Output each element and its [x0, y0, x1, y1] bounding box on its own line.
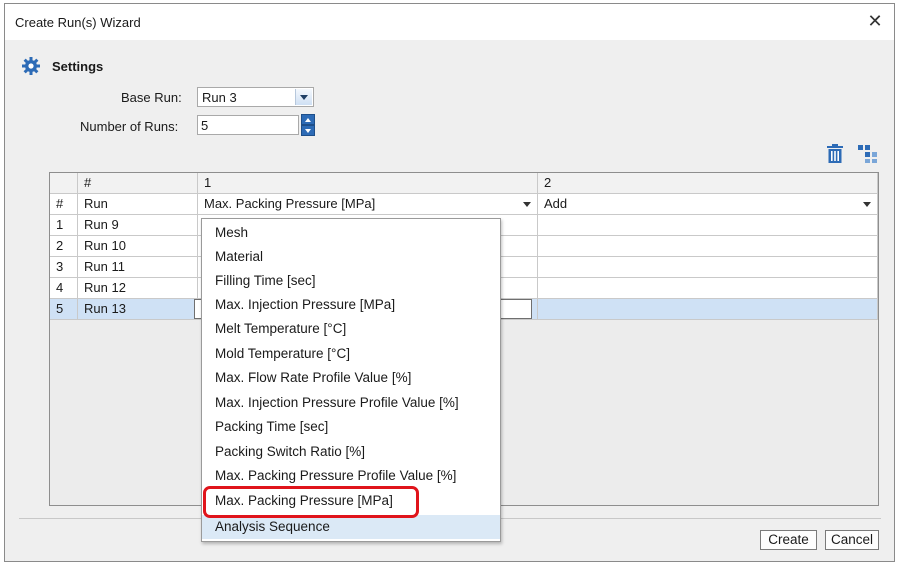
number-of-runs-value: 5	[201, 118, 209, 133]
run-name[interactable]: Run 12	[78, 278, 198, 299]
row-number: 3	[50, 257, 78, 278]
dropdown-option[interactable]: Packing Switch Ratio [%]	[202, 440, 500, 464]
run-name[interactable]: Run 11	[78, 257, 198, 278]
close-button[interactable]: ✕	[864, 10, 886, 32]
run-header-cell: Run	[78, 194, 198, 215]
parameter-select-2-value: Add	[544, 196, 568, 211]
settings-title: Settings	[52, 59, 104, 74]
number-of-runs-spinner[interactable]	[301, 114, 315, 136]
dropdown-option[interactable]: Mesh	[202, 221, 500, 245]
run-name[interactable]: Run 10	[78, 236, 198, 257]
dropdown-option[interactable]: Melt Temperature [°C]	[202, 317, 500, 341]
spin-up-icon[interactable]	[301, 114, 315, 125]
base-run-value: Run 3	[202, 90, 237, 105]
dropdown-option[interactable]: Filling Time [sec]	[202, 269, 500, 293]
header-corner	[50, 173, 78, 194]
value-cell-2[interactable]	[538, 278, 878, 299]
value-cell-2[interactable]	[538, 215, 878, 236]
parameter-select-1-value: Max. Packing Pressure [MPa]	[204, 196, 376, 211]
annotation-highlight	[203, 486, 419, 518]
dropdown-option[interactable]: Packing Time [sec]	[202, 415, 500, 439]
column-header-number[interactable]: #	[78, 173, 198, 194]
row-number: 5	[50, 299, 78, 320]
dropdown-option[interactable]: Max. Flow Rate Profile Value [%]	[202, 366, 500, 390]
row-number: 1	[50, 215, 78, 236]
parameter-select-2[interactable]: Add	[538, 194, 878, 215]
value-cell-2[interactable]	[538, 257, 878, 278]
chevron-down-icon[interactable]	[863, 202, 871, 207]
row-number: 4	[50, 278, 78, 299]
value-cell-2[interactable]	[538, 299, 878, 320]
trash-icon[interactable]	[825, 144, 845, 167]
number-of-runs-label: Number of Runs:	[80, 119, 179, 134]
gear-icon	[21, 56, 41, 79]
base-run-label: Base Run:	[121, 90, 182, 105]
column-header-1[interactable]: 1	[198, 173, 538, 194]
column-header-2[interactable]: 2	[538, 173, 878, 194]
run-name[interactable]: Run 13	[78, 299, 198, 320]
parameter-select-1[interactable]: Max. Packing Pressure [MPa]	[198, 194, 538, 215]
table-header-row: # 1 2	[50, 173, 878, 194]
cancel-button[interactable]: Cancel	[825, 530, 879, 550]
create-button[interactable]: Create	[760, 530, 817, 550]
run-name[interactable]: Run 9	[78, 215, 198, 236]
base-run-select[interactable]: Run 3	[197, 87, 314, 107]
dropdown-option[interactable]: Max. Injection Pressure [MPa]	[202, 293, 500, 317]
dropdown-option-hovered[interactable]: Analysis Sequence	[202, 515, 500, 539]
value-cell-2[interactable]	[538, 236, 878, 257]
spin-down-icon[interactable]	[301, 125, 315, 136]
row-number: 2	[50, 236, 78, 257]
chevron-down-icon[interactable]	[523, 202, 531, 207]
number-of-runs-input[interactable]: 5	[197, 115, 299, 135]
dropdown-option[interactable]: Mold Temperature [°C]	[202, 342, 500, 366]
dropdown-option[interactable]: Max. Injection Pressure Profile Value [%…	[202, 391, 500, 415]
dropdown-option[interactable]: Max. Packing Pressure Profile Value [%]	[202, 464, 500, 488]
parameter-row: # Run Max. Packing Pressure [MPa] Add	[50, 194, 878, 215]
window-title: Create Run(s) Wizard	[15, 15, 141, 30]
title-bar[interactable]: Create Run(s) Wizard ✕	[5, 4, 894, 40]
chevron-down-icon[interactable]	[295, 89, 312, 105]
row-number-cell: #	[50, 194, 78, 215]
table-settings-icon[interactable]	[857, 144, 879, 167]
dropdown-option[interactable]: Material	[202, 245, 500, 269]
